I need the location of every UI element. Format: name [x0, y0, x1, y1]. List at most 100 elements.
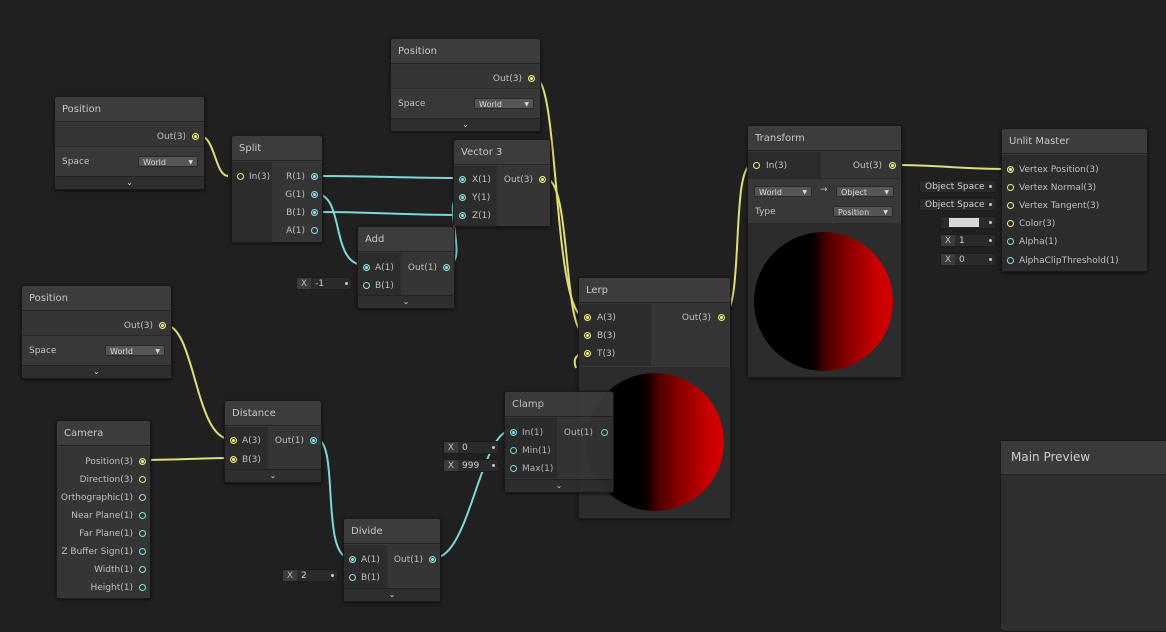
port-icon[interactable] [718, 314, 725, 321]
port-icon[interactable] [139, 458, 146, 465]
in-port-label: Color(3) [1019, 219, 1056, 229]
port-icon[interactable] [429, 556, 436, 563]
space-label: Space [29, 346, 57, 356]
port-icon[interactable] [139, 584, 146, 591]
clamp-max-input[interactable]: X 999 [443, 459, 499, 472]
vertex-tangent-space-field[interactable]: Object Space [919, 198, 996, 211]
type-dropdown[interactable]: Position ▼ [833, 206, 893, 217]
port-icon[interactable] [459, 212, 466, 219]
vertex-normal-space-field[interactable]: Object Space [919, 180, 996, 193]
port-icon[interactable] [510, 447, 517, 454]
port-icon[interactable] [584, 350, 591, 357]
clamp-min-input[interactable]: X0 [443, 441, 499, 454]
port-icon[interactable] [528, 75, 535, 82]
port-icon[interactable] [601, 429, 608, 436]
position-node[interactable]: Position Out(3) Space World ▼ ⌄ [54, 96, 205, 190]
port-icon[interactable] [311, 209, 318, 216]
clamp-node[interactable]: Clamp In(1) Min(1) Max(1) Out(1) ⌄ [504, 391, 614, 493]
split-node[interactable]: Split In(3) R(1) G(1) B(1) A(1) [231, 135, 323, 243]
add-node[interactable]: Add A(1) B(1) Out(1) ⌄ [357, 226, 455, 309]
chevron-down-icon[interactable]: ⌄ [55, 176, 204, 189]
port-icon[interactable] [311, 191, 318, 198]
port-icon[interactable] [311, 227, 318, 234]
position-node[interactable]: Position Out(3) Space World ▼ ⌄ [390, 38, 541, 132]
camera-node[interactable]: Camera Position(3) Direction(3) Orthogra… [56, 420, 151, 599]
divide-node[interactable]: Divide A(1) B(1) Out(1) ⌄ [343, 518, 441, 602]
in-port-label: B(3) [242, 455, 261, 465]
port-icon[interactable] [1007, 166, 1014, 173]
from-space-value: World [759, 188, 782, 197]
port-icon[interactable] [139, 476, 146, 483]
port-icon[interactable] [139, 512, 146, 519]
distance-node[interactable]: Distance A(3) B(3) Out(1) ⌄ [224, 400, 322, 483]
port-icon[interactable] [237, 173, 244, 180]
unlit-master-node[interactable]: Unlit Master Vertex Position(3) Vertex N… [1001, 128, 1148, 272]
in-port-label: Vertex Position(3) [1019, 165, 1099, 175]
color-swatch[interactable] [949, 218, 979, 227]
in-port-label: Y(1) [472, 193, 491, 203]
port-icon[interactable] [584, 332, 591, 339]
port-icon[interactable] [349, 574, 356, 581]
port-icon[interactable] [1007, 257, 1014, 264]
alpha-input[interactable]: X1 [940, 234, 996, 247]
color-field[interactable] [940, 216, 996, 229]
chevron-down-icon[interactable]: ⌄ [22, 365, 171, 378]
port-icon[interactable] [1007, 238, 1014, 245]
in-port-label: Max(1) [522, 464, 554, 474]
field-value: 999 [462, 461, 480, 471]
out-port-label: Out(3) [503, 175, 533, 185]
main-preview-panel[interactable]: Main Preview [1000, 440, 1166, 632]
axis-label: X [941, 254, 955, 265]
port-icon[interactable] [510, 429, 517, 436]
space-dropdown[interactable]: World ▼ [138, 156, 198, 167]
chevron-down-icon[interactable]: ⌄ [505, 479, 613, 492]
vector3-node[interactable]: Vector 3 X(1) Y(1) Z(1) Out(3) [453, 139, 551, 227]
port-icon[interactable] [459, 194, 466, 201]
wire-transform-to-unlit [893, 164, 1009, 170]
port-icon[interactable] [1007, 184, 1014, 191]
port-icon[interactable] [1007, 220, 1014, 227]
port-icon[interactable] [139, 494, 146, 501]
space-dropdown[interactable]: World ▼ [474, 98, 534, 109]
chevron-down-icon[interactable]: ⌄ [344, 588, 440, 601]
out-port-label: Out(1) [393, 555, 423, 565]
port-icon[interactable] [443, 264, 450, 271]
add-b-input[interactable]: X -1 [296, 277, 352, 290]
chevron-down-icon[interactable]: ⌄ [225, 469, 321, 482]
preview-sphere [754, 232, 893, 371]
from-space-dropdown[interactable]: World ▼ [754, 186, 812, 197]
port-icon[interactable] [192, 133, 199, 140]
port-icon[interactable] [230, 456, 237, 463]
port-icon[interactable] [539, 176, 546, 183]
port-icon[interactable] [349, 556, 356, 563]
space-dropdown[interactable]: World ▼ [105, 345, 165, 356]
port-icon[interactable] [363, 282, 370, 289]
port-icon[interactable] [139, 530, 146, 537]
transform-node[interactable]: Transform In(3) Out(3) World ▼ → Object … [747, 125, 902, 378]
alpha-clip-input[interactable]: X0 [940, 253, 996, 266]
to-space-dropdown[interactable]: Object ▼ [836, 186, 894, 197]
chevron-down-icon[interactable]: ⌄ [391, 118, 540, 131]
divide-b-input[interactable]: X2 [282, 569, 338, 582]
port-icon[interactable] [159, 322, 166, 329]
axis-label: X [444, 460, 458, 471]
position-node[interactable]: Position Out(3) Space World ▼ ⌄ [21, 285, 172, 379]
port-icon[interactable] [310, 437, 317, 444]
port-icon[interactable] [753, 162, 760, 169]
port-icon[interactable] [510, 465, 517, 472]
node-title: Camera [57, 421, 150, 446]
port-icon[interactable] [230, 437, 237, 444]
port-icon[interactable] [584, 314, 591, 321]
field-value: 0 [959, 255, 965, 265]
field-value: 2 [301, 571, 307, 581]
port-icon[interactable] [311, 173, 318, 180]
port-icon[interactable] [459, 176, 466, 183]
port-icon[interactable] [889, 162, 896, 169]
port-icon[interactable] [1007, 202, 1014, 209]
triangle-down-icon: ▼ [155, 348, 160, 355]
port-icon[interactable] [139, 566, 146, 573]
in-port-label: A(1) [375, 263, 394, 273]
port-icon[interactable] [139, 548, 146, 555]
chevron-down-icon[interactable]: ⌄ [358, 295, 454, 308]
port-icon[interactable] [363, 264, 370, 271]
